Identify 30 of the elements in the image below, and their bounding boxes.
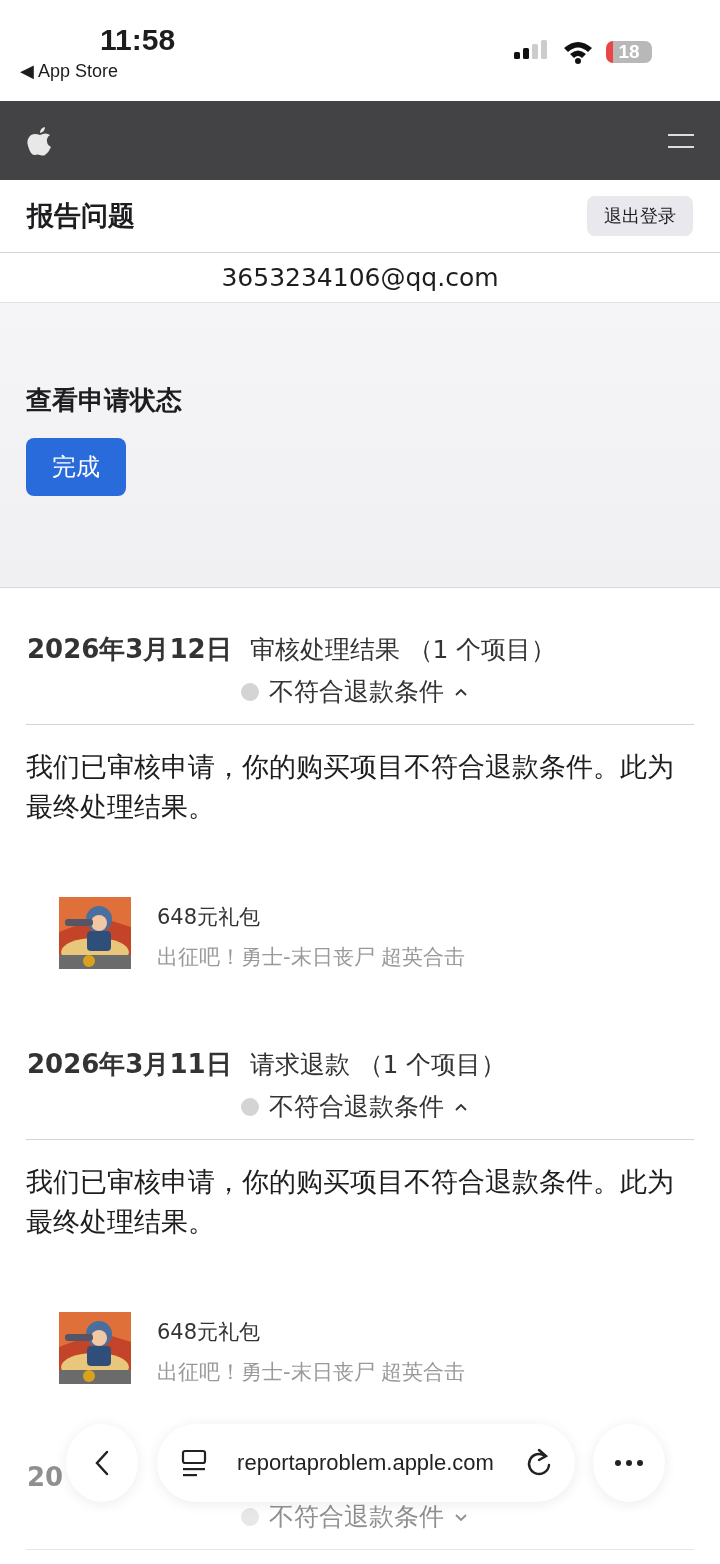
record-title: 审核处理结果 （1 个项目） (249, 634, 557, 666)
done-button[interactable]: 完成 (26, 438, 126, 496)
back-to-app-link[interactable]: ◀ App Store (20, 60, 119, 82)
chevron-icon (454, 686, 468, 697)
record-date: 2026年3月12日 (27, 633, 232, 666)
back-chevron-icon (93, 1449, 111, 1477)
section-title: 查看申请状态 (26, 384, 182, 417)
item-name: 648元礼包 (157, 1319, 262, 1346)
record-date: 20 (27, 1462, 64, 1492)
record-message: 我们已审核申请，你的购买项目不符合退款条件。此为最终处理结果。 (26, 750, 675, 824)
apple-logo-icon (26, 124, 54, 157)
record-message: 我们已审核申请，你的购买项目不符合退款条件。此为最终处理结果。 (26, 1165, 675, 1239)
menu-icon[interactable] (668, 133, 694, 148)
status-toggle[interactable]: 不符合退款条件 (241, 1090, 468, 1123)
page-title: 报告问题 (27, 199, 135, 233)
game-name: 出征吧！勇士-末日丧尸 超英合击 (157, 944, 466, 971)
more-icon (614, 1459, 644, 1467)
sign-out-button[interactable]: 退出登录 (587, 196, 693, 236)
chevron-icon (454, 1511, 468, 1522)
chevron-icon (454, 1101, 468, 1112)
game-name: 出征吧！勇士-末日丧尸 超英合击 (157, 1359, 466, 1386)
address-bar[interactable]: reportaproblem.apple.com (237, 1450, 494, 1476)
record-date: 2026年3月11日 (27, 1048, 232, 1081)
wifi-icon (562, 40, 594, 64)
battery-indicator: 18 (606, 41, 652, 63)
status-time: 11:58 (100, 22, 176, 58)
status-toggle[interactable]: 不符合退款条件 (241, 675, 468, 708)
page-menu-icon[interactable] (180, 1449, 207, 1477)
record-title: 请求退款 （1 个项目） (249, 1049, 507, 1081)
item-name: 648元礼包 (157, 904, 262, 931)
